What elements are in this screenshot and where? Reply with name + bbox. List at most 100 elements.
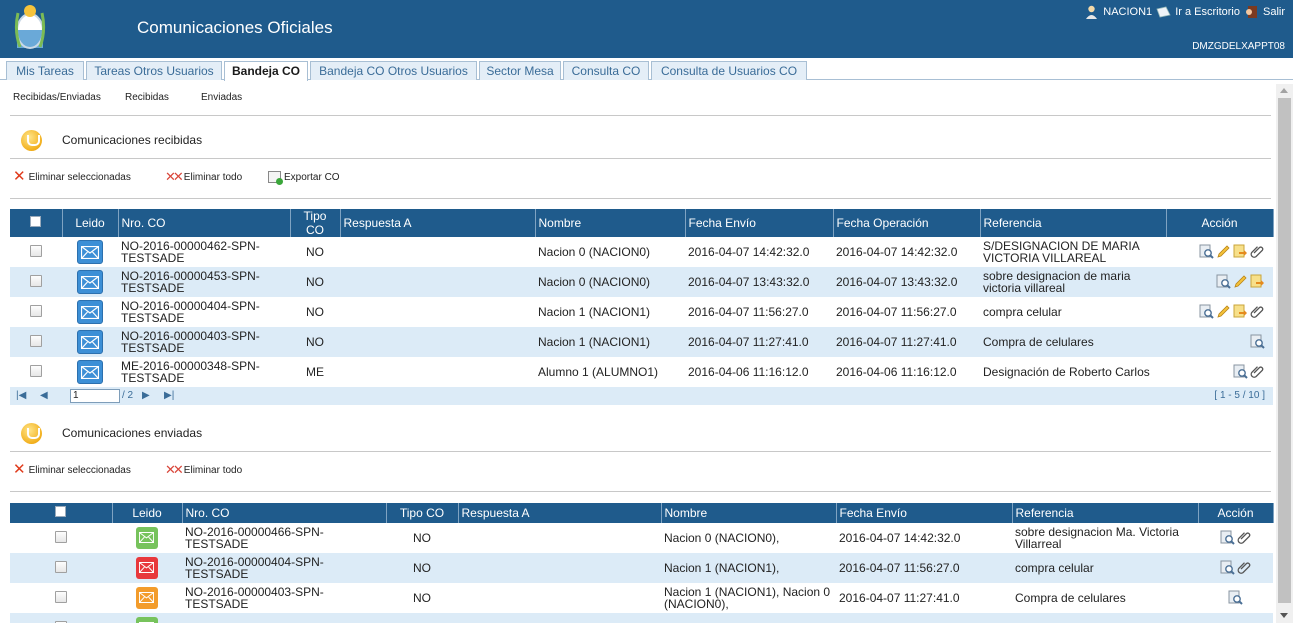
- envelope-icon[interactable]: [136, 587, 158, 609]
- tab-tareas-otros-usuarios[interactable]: Tareas Otros Usuarios: [86, 61, 222, 80]
- table-row[interactable]: NO-2016-00000403-SPN- TESTSADE NO Nacion 1 …: [10, 583, 1273, 613]
- nro-co-cell[interactable]: NO-2016-00000404-SPN- TESTSADE: [182, 553, 386, 583]
- forward-icon[interactable]: [1233, 244, 1248, 259]
- envelope-icon[interactable]: [136, 617, 158, 623]
- tab-consulta-usuarios-co[interactable]: Consulta de Usuarios CO: [651, 61, 807, 80]
- envelope-icon[interactable]: [136, 557, 158, 579]
- nro-co-cell[interactable]: NO-2016-00000403-SPN- TESTSADE: [118, 327, 290, 357]
- col-nro-co[interactable]: Nro. CO: [118, 209, 291, 237]
- page-input[interactable]: 1: [70, 389, 120, 403]
- delete-selected-button[interactable]: ✕ Eliminar seleccionadas: [13, 169, 131, 184]
- row-checkbox[interactable]: [55, 591, 67, 603]
- envelope-icon[interactable]: [77, 300, 103, 324]
- sent-delete-selected-button[interactable]: ✕ Eliminar seleccionadas: [13, 462, 131, 477]
- view-icon[interactable]: [1220, 560, 1235, 575]
- col-nombre[interactable]: Nombre: [535, 209, 686, 237]
- attachment-icon[interactable]: [1237, 530, 1252, 545]
- col-respuesta-a[interactable]: Respuesta A: [340, 209, 536, 237]
- row-checkbox[interactable]: [30, 245, 42, 257]
- table-row[interactable]: NO-2016-00000335-SPN-: [10, 613, 1273, 623]
- select-all-checkbox[interactable]: [10, 503, 113, 523]
- server-name: DMZGDELXAPPT08: [1192, 41, 1285, 52]
- attachment-icon[interactable]: [1250, 244, 1265, 259]
- row-checkbox[interactable]: [55, 531, 67, 543]
- view-icon[interactable]: [1233, 364, 1248, 379]
- nro-co-cell[interactable]: NO-2016-00000453-SPN- TESTSADE: [118, 267, 290, 297]
- subnav-recibidas[interactable]: Recibidas: [125, 92, 169, 103]
- view-icon[interactable]: [1220, 530, 1235, 545]
- logout-link[interactable]: Salir: [1263, 6, 1285, 18]
- table-row[interactable]: NO-2016-00000403-SPN- TESTSADE NO Nacion 1 …: [10, 327, 1273, 357]
- tab-consulta-co[interactable]: Consulta CO: [563, 61, 649, 80]
- sent-delete-all-button[interactable]: ✕✕ Eliminar todo: [165, 463, 242, 476]
- row-checkbox[interactable]: [55, 561, 67, 573]
- subnav-recibidas-enviadas[interactable]: Recibidas/Enviadas: [13, 92, 101, 103]
- table-row[interactable]: NO-2016-00000453-SPN- TESTSADE NO Nacion 0 …: [10, 267, 1273, 297]
- forward-icon[interactable]: [1250, 274, 1265, 289]
- col-tipo-co[interactable]: Tipo CO: [386, 503, 459, 523]
- row-checkbox[interactable]: [30, 305, 42, 317]
- table-row[interactable]: ME-2016-00000348-SPN- TESTSADE ME Alumno 1 …: [10, 357, 1273, 387]
- col-nro-co[interactable]: Nro. CO: [182, 503, 387, 523]
- vertical-scrollbar[interactable]: [1276, 84, 1293, 623]
- table-row[interactable]: NO-2016-00000466-SPN- TESTSADE NO Nacion 0 …: [10, 523, 1273, 553]
- edit-icon[interactable]: [1216, 244, 1231, 259]
- tab-bandeja-co-otros-usuarios[interactable]: Bandeja CO Otros Usuarios: [310, 61, 477, 80]
- export-button[interactable]: Exportar CO: [268, 171, 340, 185]
- row-checkbox[interactable]: [30, 365, 42, 377]
- nro-co-cell[interactable]: ME-2016-00000348-SPN- TESTSADE: [118, 357, 290, 387]
- col-leido[interactable]: Leido: [112, 503, 183, 523]
- envelope-icon[interactable]: [77, 270, 103, 294]
- nro-co-cell[interactable]: NO-2016-00000403-SPN- TESTSADE: [182, 583, 386, 613]
- last-page-icon[interactable]: ▶|: [164, 390, 174, 401]
- scroll-thumb[interactable]: [1278, 98, 1291, 603]
- col-fecha-envio[interactable]: Fecha Envío: [836, 503, 1013, 523]
- edit-icon[interactable]: [1216, 304, 1231, 319]
- table-row[interactable]: NO-2016-00000462-SPN- TESTSADE NO Nacion 0 …: [10, 237, 1273, 267]
- nro-co-cell[interactable]: NO-2016-00000404-SPN- TESTSADE: [118, 297, 290, 327]
- table-row[interactable]: NO-2016-00000404-SPN- TESTSADE NO Nacion 1 …: [10, 553, 1273, 583]
- row-checkbox[interactable]: [30, 275, 42, 287]
- nro-co-cell[interactable]: NO-2016-00000466-SPN- TESTSADE: [182, 523, 386, 553]
- nro-co-cell[interactable]: NO-2016-00000462-SPN- TESTSADE: [118, 237, 290, 267]
- attachment-icon[interactable]: [1237, 560, 1252, 575]
- envelope-icon[interactable]: [77, 240, 103, 264]
- col-fecha-envio[interactable]: Fecha Envío: [685, 209, 834, 237]
- envelope-icon[interactable]: [77, 330, 103, 354]
- col-referencia[interactable]: Referencia: [980, 209, 1167, 237]
- tab-mis-tareas[interactable]: Mis Tareas: [6, 61, 84, 80]
- select-all-checkbox[interactable]: [10, 209, 63, 237]
- attachment-icon[interactable]: [1250, 364, 1265, 379]
- prev-page-icon[interactable]: ◀: [40, 390, 48, 401]
- delete-all-button[interactable]: ✕✕ Eliminar todo: [165, 170, 242, 183]
- envelope-icon[interactable]: [77, 360, 103, 384]
- view-icon[interactable]: [1199, 244, 1214, 259]
- nro-co-cell[interactable]: NO-2016-00000335-SPN-: [182, 613, 386, 623]
- view-icon[interactable]: [1216, 274, 1231, 289]
- edit-icon[interactable]: [1233, 274, 1248, 289]
- col-fecha-operacion[interactable]: Fecha Operación: [833, 209, 981, 237]
- row-checkbox[interactable]: [30, 335, 42, 347]
- nombre-cell: Nacion 1 (NACION1): [535, 297, 685, 327]
- desk-link[interactable]: Ir a Escritorio: [1175, 6, 1240, 18]
- view-icon[interactable]: [1228, 590, 1243, 605]
- tab-bandeja-co[interactable]: Bandeja CO: [224, 61, 308, 81]
- scroll-up-icon[interactable]: [1280, 88, 1288, 93]
- col-referencia[interactable]: Referencia: [1012, 503, 1199, 523]
- next-page-icon[interactable]: ▶: [142, 390, 150, 401]
- view-icon[interactable]: [1250, 334, 1265, 349]
- table-row[interactable]: NO-2016-00000404-SPN- TESTSADE NO Nacion 1 …: [10, 297, 1273, 327]
- envelope-icon[interactable]: [136, 527, 158, 549]
- tab-sector-mesa[interactable]: Sector Mesa: [479, 61, 561, 80]
- attachment-icon[interactable]: [1250, 304, 1265, 319]
- respuesta-a-cell: [458, 523, 661, 553]
- col-respuesta-a[interactable]: Respuesta A: [458, 503, 662, 523]
- forward-icon[interactable]: [1233, 304, 1248, 319]
- first-page-icon[interactable]: |◀: [16, 390, 26, 401]
- subnav-enviadas[interactable]: Enviadas: [201, 92, 242, 103]
- col-nombre[interactable]: Nombre: [661, 503, 837, 523]
- col-tipo-co[interactable]: Tipo CO: [290, 209, 341, 237]
- scroll-down-icon[interactable]: [1280, 613, 1288, 618]
- col-leido[interactable]: Leido: [62, 209, 119, 237]
- view-icon[interactable]: [1199, 304, 1214, 319]
